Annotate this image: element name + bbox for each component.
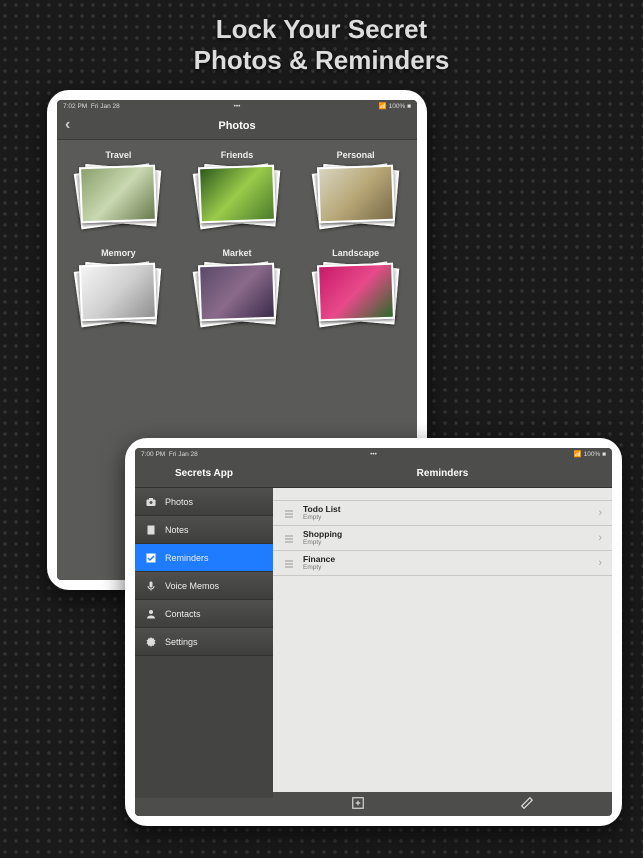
album-friends[interactable]: Friends xyxy=(180,150,295,224)
photo-stack-icon xyxy=(199,264,275,322)
add-button[interactable] xyxy=(351,796,365,813)
list-icon xyxy=(283,532,295,544)
album-label: Memory xyxy=(101,248,136,258)
sidebar-item-notes[interactable]: Notes xyxy=(135,516,273,544)
sidebar-item-label: Notes xyxy=(165,525,189,535)
photo-stack-icon xyxy=(318,166,394,224)
status-bar: 7:00 PM Fri Jan 28 ••• 📶 100% ■ xyxy=(135,448,612,460)
chevron-right-icon: › xyxy=(598,532,602,544)
sidebar-item-label: Settings xyxy=(165,637,198,647)
photo-stack-icon xyxy=(80,166,156,224)
sidebar: Secrets App Photos Notes Reminders Voice Me… xyxy=(135,460,273,816)
camera-icon xyxy=(145,496,157,508)
sidebar-item-photos[interactable]: Photos xyxy=(135,488,273,516)
album-label: Personal xyxy=(337,150,375,160)
reminders-title: Reminders xyxy=(273,460,612,488)
device-reminders: 7:00 PM Fri Jan 28 ••• 📶 100% ■ Secrets … xyxy=(125,438,622,826)
contact-icon xyxy=(145,608,157,620)
sidebar-item-contacts[interactable]: Contacts xyxy=(135,600,273,628)
list-title: Finance xyxy=(303,555,590,564)
list-subtitle: Empty xyxy=(303,565,590,572)
list-item[interactable]: Shopping Empty › xyxy=(273,525,612,551)
photos-title: Photos xyxy=(218,120,255,132)
status-bar: 7:02 PM Fri Jan 28 ••• 📶 100% ■ xyxy=(57,100,417,112)
photo-stack-icon xyxy=(80,264,156,322)
sidebar-item-label: Voice Memos xyxy=(165,581,219,591)
photo-stack-icon xyxy=(199,166,275,224)
list-icon xyxy=(283,507,295,519)
chevron-right-icon: › xyxy=(598,507,602,519)
chevron-right-icon: › xyxy=(598,557,602,569)
list-icon xyxy=(283,557,295,569)
toolbar xyxy=(273,792,612,816)
mic-icon xyxy=(145,580,157,592)
sidebar-item-voice-memos[interactable]: Voice Memos xyxy=(135,572,273,600)
photo-stack-icon xyxy=(318,264,394,322)
edit-button[interactable] xyxy=(520,796,534,813)
list-item[interactable]: Todo List Empty › xyxy=(273,500,612,526)
list-subtitle: Empty xyxy=(303,540,590,547)
list-title: Shopping xyxy=(303,530,590,539)
album-travel[interactable]: Travel xyxy=(61,150,176,224)
sidebar-item-label: Contacts xyxy=(165,609,201,619)
check-icon xyxy=(145,552,157,564)
list-title: Todo List xyxy=(303,505,590,514)
album-personal[interactable]: Personal xyxy=(298,150,413,224)
back-button[interactable]: ‹ xyxy=(65,116,70,134)
sidebar-item-settings[interactable]: Settings xyxy=(135,628,273,656)
sidebar-item-label: Reminders xyxy=(165,553,209,563)
album-label: Travel xyxy=(105,150,131,160)
note-icon xyxy=(145,524,157,536)
album-label: Market xyxy=(222,248,251,258)
album-landscape[interactable]: Landscape xyxy=(298,248,413,322)
photos-navbar: ‹ Photos xyxy=(57,112,417,140)
sidebar-item-reminders[interactable]: Reminders xyxy=(135,544,273,572)
album-label: Friends xyxy=(221,150,254,160)
album-memory[interactable]: Memory xyxy=(61,248,176,322)
album-market[interactable]: Market xyxy=(180,248,295,322)
marketing-headline: Lock Your Secret Photos & Reminders xyxy=(0,0,643,76)
gear-icon xyxy=(145,636,157,648)
sidebar-title: Secrets App xyxy=(135,460,273,488)
list-subtitle: Empty xyxy=(303,515,590,522)
sidebar-item-label: Photos xyxy=(165,497,193,507)
list-item[interactable]: Finance Empty › xyxy=(273,550,612,576)
album-label: Landscape xyxy=(332,248,379,258)
